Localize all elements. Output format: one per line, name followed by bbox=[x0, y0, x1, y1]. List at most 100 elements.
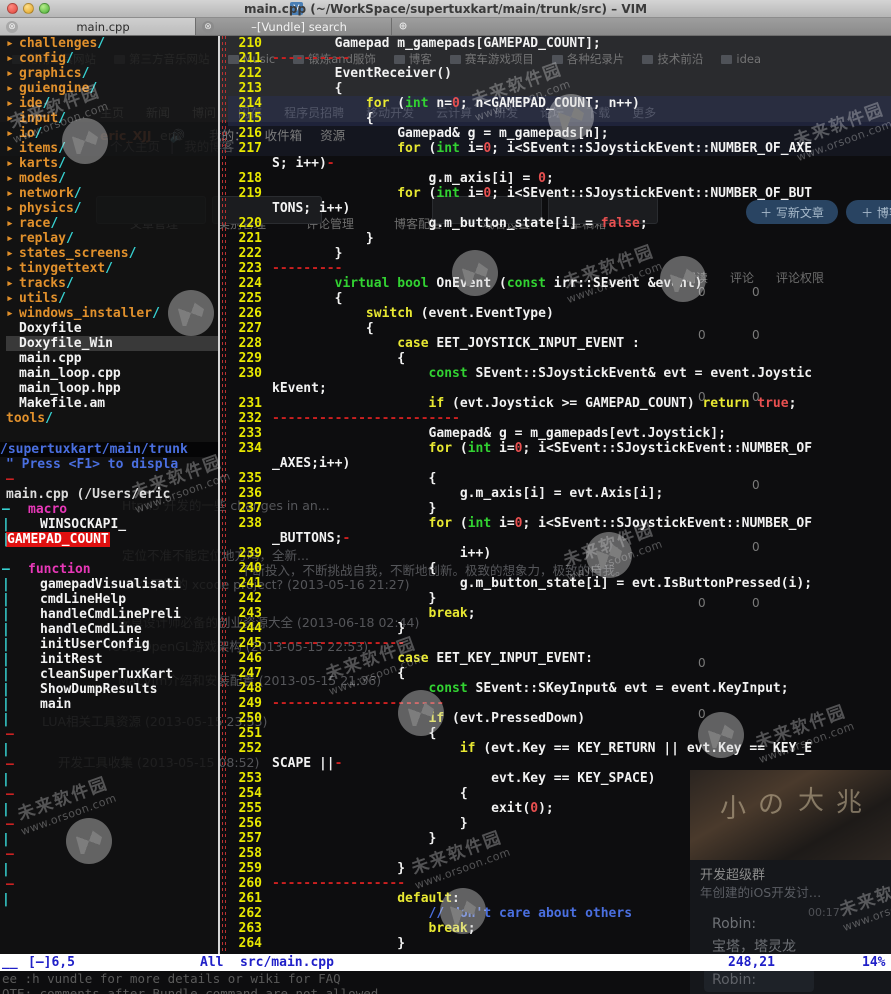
code-line[interactable]: 234 for (int i=0; i<SEvent::SJoystickEve… bbox=[228, 441, 891, 456]
nerdtree-row[interactable]: ▸ modes/ bbox=[6, 171, 218, 186]
tagbar-kind-macro[interactable]: – macro bbox=[0, 502, 218, 517]
code-line-wrap[interactable]: ···TONS; i++) bbox=[228, 201, 891, 216]
tagbar-tag[interactable]: | WINSOCKAPI_ bbox=[0, 517, 218, 532]
tagbar-tag[interactable]: | main bbox=[0, 697, 218, 712]
expand-arrow-icon[interactable]: ▸ bbox=[6, 276, 19, 291]
nerdtree-row[interactable]: ▸ windows_installer/ bbox=[6, 306, 218, 321]
code-line[interactable]: 258 bbox=[228, 846, 891, 861]
code-line[interactable]: 221 } bbox=[228, 231, 891, 246]
nerdtree-row[interactable]: ▸ input/ bbox=[6, 111, 218, 126]
code-line[interactable]: 218 g.m_axis[i] = 0; bbox=[228, 171, 891, 186]
code-line[interactable]: 262 // don't care about others bbox=[228, 906, 891, 921]
code-line[interactable]: 246 case EET_KEY_INPUT_EVENT: bbox=[228, 651, 891, 666]
nerdtree-row[interactable]: tools/ bbox=[6, 411, 218, 426]
expand-arrow-icon[interactable]: ▸ bbox=[6, 201, 19, 216]
code-line[interactable]: 244 } bbox=[228, 621, 891, 636]
code-line[interactable]: 254 { bbox=[228, 786, 891, 801]
expand-arrow-icon[interactable]: ▸ bbox=[6, 111, 19, 126]
vim-command-area[interactable]: ee :h vundle for more details or wiki fo… bbox=[0, 971, 891, 994]
expand-arrow-icon[interactable]: ▸ bbox=[6, 156, 19, 171]
code-line[interactable]: 239 i++) bbox=[228, 546, 891, 561]
nerdtree-row[interactable]: ▸ states_screens/ bbox=[6, 246, 218, 261]
vim-tabbar[interactable]: ⊗ main.cpp ⊗ –[Vundle] search ⊕ bbox=[0, 18, 891, 36]
tagbar-kind-function[interactable]: – function bbox=[0, 562, 218, 577]
tagbar-tag[interactable]: | handleCmdLine bbox=[0, 622, 218, 637]
code-line[interactable]: 247 { bbox=[228, 666, 891, 681]
nerdtree-row[interactable]: ▸ network/ bbox=[6, 186, 218, 201]
code-line-wrap[interactable]: ···S; i++)- bbox=[228, 156, 891, 171]
code-line[interactable]: 217 for (int i=0; i<SEvent::SJoystickEve… bbox=[228, 141, 891, 156]
code-line[interactable]: 222 } bbox=[228, 246, 891, 261]
code-line-diff[interactable]: 245 ----------------- bbox=[228, 636, 891, 651]
tagbar-panel[interactable]: " Press <F1> to displa — main.cpp (/User… bbox=[0, 457, 218, 971]
expand-arrow-icon[interactable]: ▸ bbox=[6, 36, 19, 51]
code-line[interactable]: 240 { bbox=[228, 561, 891, 576]
nerdtree-row[interactable]: ▸ items/ bbox=[6, 141, 218, 156]
code-line-diff[interactable]: 232 ------------------------ bbox=[228, 411, 891, 426]
code-line[interactable]: 253 evt.Key == KEY_SPACE) bbox=[228, 771, 891, 786]
nerdtree-row[interactable]: ▸ io/ bbox=[6, 126, 218, 141]
code-line[interactable]: 236 g.m_axis[i] = evt.Axis[i]; bbox=[228, 486, 891, 501]
nerdtree-row-selected[interactable]: Doxyfile_Win bbox=[6, 336, 218, 351]
expand-arrow-icon[interactable]: ▸ bbox=[6, 141, 19, 156]
nerdtree-row[interactable]: ▸ tinygettext/ bbox=[6, 261, 218, 276]
code-line[interactable]: 235 { bbox=[228, 471, 891, 486]
nerdtree-row[interactable]: ▸ replay/ bbox=[6, 231, 218, 246]
tab-vundle-search[interactable]: ⊗ –[Vundle] search bbox=[196, 18, 392, 35]
code-line[interactable]: 257 } bbox=[228, 831, 891, 846]
code-line[interactable]: 225 { bbox=[228, 291, 891, 306]
tagbar-tag[interactable]: | cmdLineHelp bbox=[0, 592, 218, 607]
nerdtree-row[interactable]: ▸ ide/ bbox=[6, 96, 218, 111]
code-line[interactable]: 226 switch (event.EventType) bbox=[228, 306, 891, 321]
nerdtree-row[interactable]: ▸ karts/ bbox=[6, 156, 218, 171]
nerdtree-row[interactable]: ▸ physics/ bbox=[6, 201, 218, 216]
code-line[interactable]: 227 { bbox=[228, 321, 891, 336]
nerdtree-row[interactable]: ▸ challenges/ bbox=[6, 36, 218, 51]
code-line[interactable]: 214 for (int n=0; n<GAMEPAD_COUNT; n++) bbox=[228, 96, 891, 111]
expand-arrow-icon[interactable]: ▸ bbox=[6, 216, 19, 231]
code-line[interactable]: 251 { bbox=[228, 726, 891, 741]
tagbar-tag[interactable]: | initRest bbox=[0, 652, 218, 667]
nerdtree-row[interactable]: ▸ config/ bbox=[6, 51, 218, 66]
nerdtree-row[interactable]: main_loop.hpp bbox=[6, 381, 218, 396]
new-tab-button[interactable]: ⊕ bbox=[392, 18, 414, 35]
code-line[interactable]: 259 } bbox=[228, 861, 891, 876]
code-line[interactable]: 255 exit(0); bbox=[228, 801, 891, 816]
code-line[interactable]: 212 EventReceiver() bbox=[228, 66, 891, 81]
code-line[interactable]: 263 break; bbox=[228, 921, 891, 936]
expand-arrow-icon[interactable]: ▸ bbox=[6, 171, 19, 186]
expand-arrow-icon[interactable]: ▸ bbox=[6, 186, 19, 201]
tagbar-tag[interactable]: | cleanSuperTuxKart bbox=[0, 667, 218, 682]
code-line[interactable]: 229 { bbox=[228, 351, 891, 366]
expand-arrow-icon[interactable]: ▸ bbox=[6, 66, 19, 81]
tagbar-tag[interactable]: | ShowDumpResults bbox=[0, 682, 218, 697]
code-line[interactable]: 210 Gamepad m_gamepads[GAMEPAD_COUNT]; bbox=[228, 36, 891, 51]
code-line-wrap[interactable]: ···_BUTTONS;- bbox=[228, 531, 891, 546]
nerdtree-row[interactable]: ▸ graphics/ bbox=[6, 66, 218, 81]
code-line[interactable]: 219 for (int i=0; i<SEvent::SJoystickEve… bbox=[228, 186, 891, 201]
tab-close-icon[interactable]: ⊗ bbox=[6, 20, 18, 33]
code-line[interactable]: 242 } bbox=[228, 591, 891, 606]
code-line[interactable]: 264 } bbox=[228, 936, 891, 951]
code-line-diff[interactable]: 223 --------- bbox=[228, 261, 891, 276]
code-line[interactable]: 216 Gamepad& g = m_gamepads[n]; bbox=[228, 126, 891, 141]
expand-arrow-icon[interactable]: ▸ bbox=[6, 306, 19, 321]
code-line[interactable]: 233 Gamepad& g = m_gamepads[evt.Joystick… bbox=[228, 426, 891, 441]
code-editor[interactable]: 210 Gamepad m_gamepads[GAMEPAD_COUNT]; 2… bbox=[228, 36, 891, 954]
code-line[interactable]: 237 } bbox=[228, 501, 891, 516]
code-line[interactable]: 248 const SEvent::SKeyInput& evt = event… bbox=[228, 681, 891, 696]
tagbar-tag[interactable]: | handleCmdLinePreli bbox=[0, 607, 218, 622]
code-line[interactable]: 231 if (evt.Joystick >= GAMEPAD_COUNT) r… bbox=[228, 396, 891, 411]
code-line[interactable]: 224 virtual bool OnEvent (const irr::SEv… bbox=[228, 276, 891, 291]
code-line-diff[interactable]: 249 ---------------------- bbox=[228, 696, 891, 711]
code-line[interactable]: 243 break; bbox=[228, 606, 891, 621]
expand-arrow-icon[interactable]: ▸ bbox=[6, 96, 19, 111]
code-line[interactable]: 220 g.m_button_state[i] = false; bbox=[228, 216, 891, 231]
tab-close-icon[interactable]: ⊗ bbox=[202, 20, 214, 33]
code-line[interactable]: 230 const SEvent::SJoystickEvent& evt = … bbox=[228, 366, 891, 381]
code-line-diff[interactable]: 211 ---------- bbox=[228, 51, 891, 66]
expand-arrow-icon[interactable]: ▸ bbox=[6, 51, 19, 66]
code-line[interactable]: 215 { bbox=[228, 111, 891, 126]
nerdtree-row[interactable]: Makefile.am bbox=[6, 396, 218, 411]
code-line[interactable]: 241 g.m_button_state[i] = evt.IsButtonPr… bbox=[228, 576, 891, 591]
